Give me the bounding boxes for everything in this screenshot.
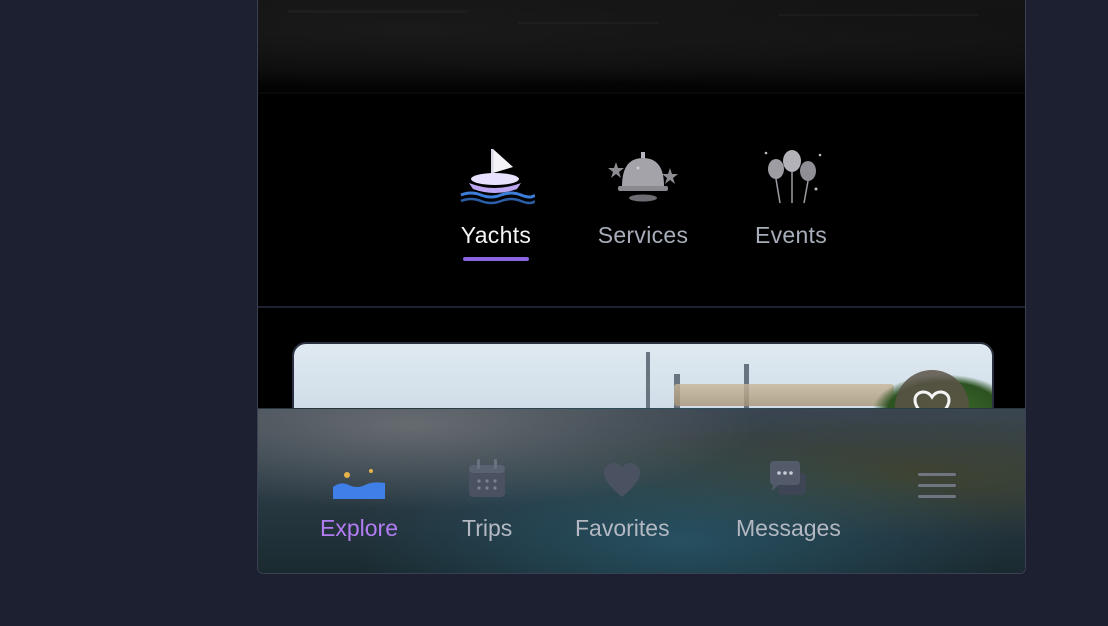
heart-icon xyxy=(602,449,642,499)
balloons-icon xyxy=(751,146,831,206)
tab-favorites[interactable]: Favorites xyxy=(575,449,670,542)
bottom-tab-bar: Explore Trips Favorites Messages xyxy=(258,408,1025,573)
hamburger-menu-icon[interactable] xyxy=(918,473,956,503)
explore-waves-icon xyxy=(331,449,387,499)
tab-trips[interactable]: Trips xyxy=(462,449,512,542)
tab-trips-label: Trips xyxy=(462,515,513,541)
tab-messages[interactable]: Messages xyxy=(736,449,841,542)
active-tab-indicator xyxy=(463,257,529,261)
tab-services-label: Services xyxy=(597,222,689,248)
sailboat-icon xyxy=(456,146,536,206)
tab-explore[interactable]: Explore xyxy=(320,449,398,542)
tab-events-label: Events xyxy=(754,222,828,248)
category-tabs: Yachts Services Events xyxy=(258,98,1025,308)
chat-bubble-icon xyxy=(768,449,808,499)
tab-explore-label: Explore xyxy=(320,515,398,541)
app-screen: Yachts Services Events Explore Trips Fav… xyxy=(257,0,1026,574)
concierge-bell-icon xyxy=(603,146,683,206)
tab-events[interactable]: Events xyxy=(721,98,861,288)
tab-yachts-label: Yachts xyxy=(460,222,532,248)
hero-image xyxy=(258,0,1025,98)
tab-favorites-label: Favorites xyxy=(575,515,670,541)
tab-yachts[interactable]: Yachts xyxy=(426,98,566,288)
calendar-icon xyxy=(467,449,507,499)
tab-messages-label: Messages xyxy=(736,515,841,541)
tab-services[interactable]: Services xyxy=(573,98,713,288)
